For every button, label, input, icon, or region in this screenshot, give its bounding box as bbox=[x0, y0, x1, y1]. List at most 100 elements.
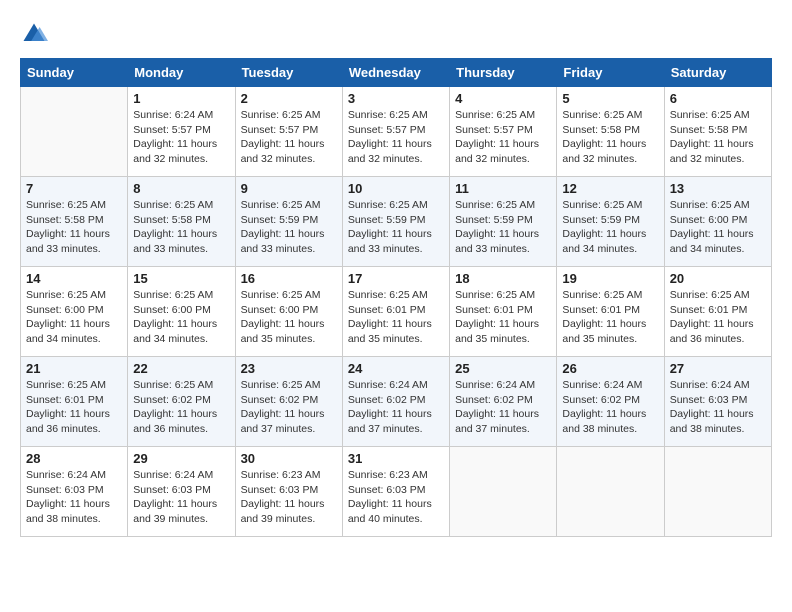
calendar-week-5: 28 Sunrise: 6:24 AMSunset: 6:03 PMDayligh… bbox=[21, 447, 772, 537]
calendar-header-thursday: Thursday bbox=[450, 59, 557, 87]
calendar-header-saturday: Saturday bbox=[664, 59, 771, 87]
calendar-cell: 15Sunrise: 6:25 AMSunset: 6:00 PMDayligh… bbox=[128, 267, 235, 357]
day-number: 26 bbox=[562, 361, 658, 376]
calendar-header-tuesday: Tuesday bbox=[235, 59, 342, 87]
day-info: Sunrise: 6:25 AMSunset: 6:01 PMDaylight:… bbox=[348, 288, 444, 347]
logo-icon bbox=[20, 20, 48, 48]
calendar-week-4: 21 Sunrise: 6:25 AMSunset: 6:01 PMDayligh… bbox=[21, 357, 772, 447]
day-number: 6 bbox=[670, 91, 766, 106]
calendar-cell: 7 Sunrise: 6:25 AMSunset: 5:58 PMDaylight… bbox=[21, 177, 128, 267]
calendar-table: SundayMondayTuesdayWednesdayThursdayFrid… bbox=[20, 58, 772, 537]
logo bbox=[20, 20, 50, 48]
day-info: Sunrise: 6:24 AMSunset: 5:57 PMDaylight:… bbox=[133, 108, 229, 167]
day-info: Sunrise: 6:25 AMSunset: 5:59 PMDaylight:… bbox=[455, 198, 551, 257]
calendar-cell: 26 Sunrise: 6:24 AMSunset: 6:02 PMDayligh… bbox=[557, 357, 664, 447]
calendar-header-friday: Friday bbox=[557, 59, 664, 87]
calendar-cell: 18 Sunrise: 6:25 AMSunset: 6:01 PMDayligh… bbox=[450, 267, 557, 357]
calendar-cell: 9 Sunrise: 6:25 AMSunset: 5:59 PMDaylight… bbox=[235, 177, 342, 267]
calendar-cell: 29 Sunrise: 6:24 AMSunset: 6:03 PMDayligh… bbox=[128, 447, 235, 537]
day-number: 17 bbox=[348, 271, 444, 286]
calendar-week-2: 7 Sunrise: 6:25 AMSunset: 5:58 PMDaylight… bbox=[21, 177, 772, 267]
day-info: Sunrise: 6:25 AMSunset: 5:59 PMDaylight:… bbox=[562, 198, 658, 257]
day-info: Sunrise: 6:24 AMSunset: 6:02 PMDaylight:… bbox=[562, 378, 658, 437]
calendar-header-monday: Monday bbox=[128, 59, 235, 87]
day-number: 31 bbox=[348, 451, 444, 466]
day-number: 24 bbox=[348, 361, 444, 376]
day-info: Sunrise: 6:23 AMSunset: 6:03 PMDaylight:… bbox=[241, 468, 337, 527]
day-info: Sunrise: 6:25 AMSunset: 6:01 PMDaylight:… bbox=[26, 378, 122, 437]
day-info: Sunrise: 6:24 AMSunset: 6:02 PMDaylight:… bbox=[348, 378, 444, 437]
day-info: Sunrise: 6:25 AMSunset: 6:00 PMDaylight:… bbox=[241, 288, 337, 347]
day-number: 11 bbox=[455, 181, 551, 196]
calendar-cell: 31 Sunrise: 6:23 AMSunset: 6:03 PMDayligh… bbox=[342, 447, 449, 537]
day-number: 21 bbox=[26, 361, 122, 376]
day-number: 25 bbox=[455, 361, 551, 376]
day-number: 13 bbox=[670, 181, 766, 196]
day-number: 16 bbox=[241, 271, 337, 286]
day-info: Sunrise: 6:25 AMSunset: 6:01 PMDaylight:… bbox=[670, 288, 766, 347]
day-info: Sunrise: 6:25 AMSunset: 5:57 PMDaylight:… bbox=[455, 108, 551, 167]
calendar-cell: 13 Sunrise: 6:25 AMSunset: 6:00 PMDayligh… bbox=[664, 177, 771, 267]
day-info: Sunrise: 6:24 AMSunset: 6:03 PMDaylight:… bbox=[26, 468, 122, 527]
calendar-cell: 8 Sunrise: 6:25 AMSunset: 5:58 PMDaylight… bbox=[128, 177, 235, 267]
calendar-header-sunday: Sunday bbox=[21, 59, 128, 87]
calendar-cell: 14Sunrise: 6:25 AMSunset: 6:00 PMDayligh… bbox=[21, 267, 128, 357]
day-number: 23 bbox=[241, 361, 337, 376]
day-number: 28 bbox=[26, 451, 122, 466]
day-info: Sunrise: 6:24 AMSunset: 6:03 PMDaylight:… bbox=[133, 468, 229, 527]
day-info: Sunrise: 6:25 AMSunset: 5:59 PMDaylight:… bbox=[241, 198, 337, 257]
day-number: 30 bbox=[241, 451, 337, 466]
day-info: Sunrise: 6:25 AMSunset: 6:01 PMDaylight:… bbox=[455, 288, 551, 347]
day-number: 19 bbox=[562, 271, 658, 286]
day-info: Sunrise: 6:23 AMSunset: 6:03 PMDaylight:… bbox=[348, 468, 444, 527]
calendar-cell: 24 Sunrise: 6:24 AMSunset: 6:02 PMDayligh… bbox=[342, 357, 449, 447]
day-number: 2 bbox=[241, 91, 337, 106]
day-info: Sunrise: 6:25 AMSunset: 6:00 PMDaylight:… bbox=[26, 288, 122, 347]
page-header bbox=[20, 20, 772, 48]
calendar-cell: 4 Sunrise: 6:25 AMSunset: 5:57 PMDaylight… bbox=[450, 87, 557, 177]
calendar-cell: 10Sunrise: 6:25 AMSunset: 5:59 PMDayligh… bbox=[342, 177, 449, 267]
day-info: Sunrise: 6:25 AMSunset: 5:58 PMDaylight:… bbox=[133, 198, 229, 257]
day-number: 12 bbox=[562, 181, 658, 196]
day-info: Sunrise: 6:25 AMSunset: 6:02 PMDaylight:… bbox=[133, 378, 229, 437]
day-number: 4 bbox=[455, 91, 551, 106]
day-info: Sunrise: 6:25 AMSunset: 5:57 PMDaylight:… bbox=[348, 108, 444, 167]
day-number: 9 bbox=[241, 181, 337, 196]
calendar-header-row: SundayMondayTuesdayWednesdayThursdayFrid… bbox=[21, 59, 772, 87]
day-info: Sunrise: 6:24 AMSunset: 6:02 PMDaylight:… bbox=[455, 378, 551, 437]
calendar-cell: 1 Sunrise: 6:24 AMSunset: 5:57 PMDaylight… bbox=[128, 87, 235, 177]
calendar-cell: 6 Sunrise: 6:25 AMSunset: 5:58 PMDaylight… bbox=[664, 87, 771, 177]
calendar-cell: 3Sunrise: 6:25 AMSunset: 5:57 PMDaylight… bbox=[342, 87, 449, 177]
day-info: Sunrise: 6:25 AMSunset: 6:01 PMDaylight:… bbox=[562, 288, 658, 347]
day-info: Sunrise: 6:25 AMSunset: 5:57 PMDaylight:… bbox=[241, 108, 337, 167]
day-info: Sunrise: 6:25 AMSunset: 6:02 PMDaylight:… bbox=[241, 378, 337, 437]
day-number: 27 bbox=[670, 361, 766, 376]
calendar-cell: 11 Sunrise: 6:25 AMSunset: 5:59 PMDayligh… bbox=[450, 177, 557, 267]
calendar-cell: 20 Sunrise: 6:25 AMSunset: 6:01 PMDayligh… bbox=[664, 267, 771, 357]
calendar-cell: 27Sunrise: 6:24 AMSunset: 6:03 PMDayligh… bbox=[664, 357, 771, 447]
calendar-cell: 12 Sunrise: 6:25 AMSunset: 5:59 PMDayligh… bbox=[557, 177, 664, 267]
day-info: Sunrise: 6:25 AMSunset: 5:59 PMDaylight:… bbox=[348, 198, 444, 257]
calendar-cell bbox=[450, 447, 557, 537]
day-number: 8 bbox=[133, 181, 229, 196]
calendar-cell: 30 Sunrise: 6:23 AMSunset: 6:03 PMDayligh… bbox=[235, 447, 342, 537]
day-number: 1 bbox=[133, 91, 229, 106]
calendar-cell: 21 Sunrise: 6:25 AMSunset: 6:01 PMDayligh… bbox=[21, 357, 128, 447]
calendar-cell: 17 Sunrise: 6:25 AMSunset: 6:01 PMDayligh… bbox=[342, 267, 449, 357]
day-number: 20 bbox=[670, 271, 766, 286]
calendar-cell: 22Sunrise: 6:25 AMSunset: 6:02 PMDayligh… bbox=[128, 357, 235, 447]
calendar-header-wednesday: Wednesday bbox=[342, 59, 449, 87]
day-number: 18 bbox=[455, 271, 551, 286]
calendar-cell bbox=[21, 87, 128, 177]
calendar-cell: 16 Sunrise: 6:25 AMSunset: 6:00 PMDayligh… bbox=[235, 267, 342, 357]
day-info: Sunrise: 6:25 AMSunset: 5:58 PMDaylight:… bbox=[670, 108, 766, 167]
day-number: 7 bbox=[26, 181, 122, 196]
day-info: Sunrise: 6:25 AMSunset: 6:00 PMDaylight:… bbox=[670, 198, 766, 257]
calendar-cell: 23 Sunrise: 6:25 AMSunset: 6:02 PMDayligh… bbox=[235, 357, 342, 447]
calendar-cell bbox=[557, 447, 664, 537]
day-info: Sunrise: 6:25 AMSunset: 6:00 PMDaylight:… bbox=[133, 288, 229, 347]
day-info: Sunrise: 6:25 AMSunset: 5:58 PMDaylight:… bbox=[26, 198, 122, 257]
day-number: 5 bbox=[562, 91, 658, 106]
calendar-week-1: 1 Sunrise: 6:24 AMSunset: 5:57 PMDaylight… bbox=[21, 87, 772, 177]
day-number: 29 bbox=[133, 451, 229, 466]
